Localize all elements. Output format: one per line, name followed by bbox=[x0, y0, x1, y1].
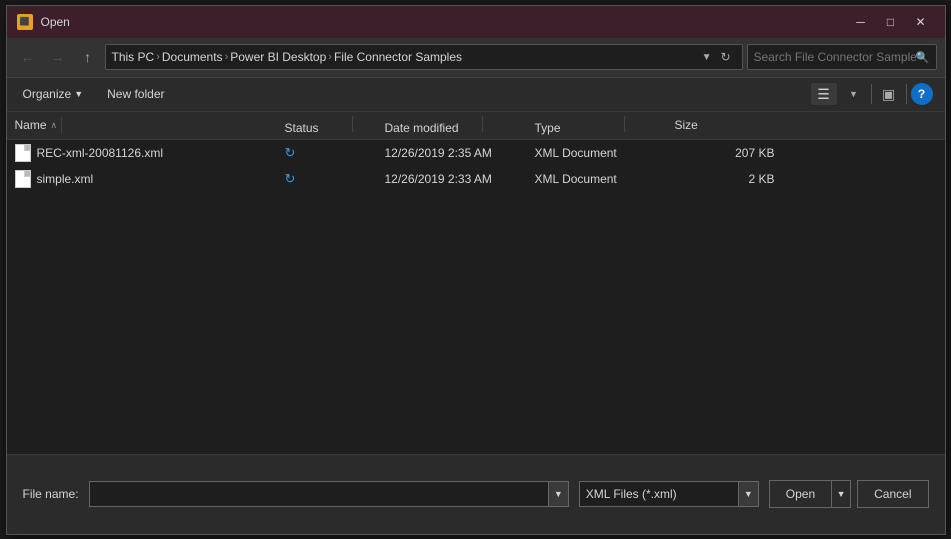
filename-input[interactable] bbox=[89, 481, 549, 507]
column-status: Status bbox=[285, 116, 385, 135]
filename-dropdown-button[interactable]: ▼ bbox=[549, 481, 569, 507]
organize-label: Organize bbox=[23, 87, 72, 101]
file-type: XML Document bbox=[535, 146, 675, 160]
file-icon bbox=[15, 144, 31, 162]
file-size: 207 KB bbox=[675, 146, 775, 160]
new-folder-label: New folder bbox=[107, 87, 164, 101]
back-button[interactable]: ← bbox=[15, 44, 41, 70]
toolbar-right: ☰ ▼ ▣ ? bbox=[811, 83, 933, 105]
filename-input-wrapper: ▼ bbox=[89, 481, 569, 507]
preview-pane-button[interactable]: ▣ bbox=[876, 83, 902, 105]
bottom-bar: File name: ▼ ▼ Open ▼ Cancel bbox=[7, 454, 945, 534]
sync-icon: ↻ bbox=[285, 145, 296, 160]
breadcrumb-this-pc[interactable]: This PC bbox=[112, 50, 155, 64]
address-bar: This PC › Documents › Power BI Desktop ›… bbox=[105, 44, 743, 70]
toolbar-divider2 bbox=[906, 84, 907, 104]
new-folder-button[interactable]: New folder bbox=[103, 84, 168, 104]
column-divider-3 bbox=[482, 116, 483, 132]
close-button[interactable]: ✕ bbox=[907, 12, 935, 32]
minimize-button[interactable]: ─ bbox=[847, 12, 875, 32]
sort-icon: ∧ bbox=[51, 120, 58, 131]
view-details-button[interactable]: ☰ bbox=[811, 83, 837, 105]
column-name: Name ∧ bbox=[15, 117, 285, 133]
sync-icon: ↻ bbox=[285, 171, 296, 186]
filename-label: File name: bbox=[23, 487, 79, 501]
title-bar: ⬛ Open ─ □ ✕ bbox=[7, 6, 945, 38]
toolbar: Organize ▼ New folder ☰ ▼ ▣ ? bbox=[7, 78, 945, 112]
file-size: 2 KB bbox=[675, 172, 775, 186]
cancel-button[interactable]: Cancel bbox=[857, 480, 928, 508]
file-area: Name ∧ Status Date modified Type Size bbox=[7, 112, 945, 454]
column-divider-4 bbox=[624, 116, 625, 132]
file-icon bbox=[15, 170, 31, 188]
view-dropdown-button[interactable]: ▼ bbox=[841, 83, 867, 105]
address-dropdown-button[interactable]: ▼ bbox=[702, 52, 712, 63]
window-controls: ─ □ ✕ bbox=[847, 12, 935, 32]
table-row[interactable]: simple.xml ↻ 12/26/2019 2:33 AM XML Docu… bbox=[7, 166, 945, 192]
organize-button[interactable]: Organize ▼ bbox=[19, 84, 88, 104]
column-divider-1 bbox=[61, 117, 62, 133]
search-box: 🔍 bbox=[747, 44, 937, 70]
filetype-input[interactable] bbox=[579, 481, 739, 507]
address-refresh-button[interactable]: ↻ bbox=[716, 47, 736, 67]
search-input[interactable] bbox=[754, 50, 916, 64]
file-date: 12/26/2019 2:35 AM bbox=[385, 146, 535, 160]
breadcrumb: This PC › Documents › Power BI Desktop ›… bbox=[112, 50, 698, 64]
file-status: ↻ bbox=[285, 145, 385, 161]
open-dialog: ⬛ Open ─ □ ✕ ← → ↑ This PC › Documents ›… bbox=[6, 5, 946, 535]
file-name: REC-xml-20081126.xml bbox=[37, 146, 285, 160]
table-row[interactable]: REC-xml-20081126.xml ↻ 12/26/2019 2:35 A… bbox=[7, 140, 945, 166]
file-date: 12/26/2019 2:33 AM bbox=[385, 172, 535, 186]
column-date: Date modified bbox=[385, 116, 535, 135]
column-size: Size bbox=[675, 118, 775, 132]
breadcrumb-documents[interactable]: Documents bbox=[162, 50, 223, 64]
column-type: Type bbox=[535, 116, 675, 135]
breadcrumb-power-bi[interactable]: Power BI Desktop bbox=[230, 50, 326, 64]
app-icon: ⬛ bbox=[17, 14, 33, 30]
file-type: XML Document bbox=[535, 172, 675, 186]
organize-chevron-icon: ▼ bbox=[74, 89, 83, 99]
file-name: simple.xml bbox=[37, 172, 285, 186]
help-button[interactable]: ? bbox=[911, 83, 933, 105]
filetype-wrapper: ▼ bbox=[579, 481, 759, 507]
navigation-bar: ← → ↑ This PC › Documents › Power BI Des… bbox=[7, 38, 945, 78]
dialog-title: Open bbox=[41, 15, 847, 29]
maximize-button[interactable]: □ bbox=[877, 12, 905, 32]
search-icon: 🔍 bbox=[916, 51, 930, 64]
forward-button[interactable]: → bbox=[45, 44, 71, 70]
filetype-dropdown-button[interactable]: ▼ bbox=[739, 481, 759, 507]
open-button[interactable]: Open bbox=[769, 480, 831, 508]
file-status: ↻ bbox=[285, 171, 385, 187]
action-buttons: Open ▼ Cancel bbox=[769, 480, 929, 508]
column-header: Name ∧ Status Date modified Type Size bbox=[7, 112, 945, 140]
column-divider-2 bbox=[352, 116, 353, 132]
file-list: REC-xml-20081126.xml ↻ 12/26/2019 2:35 A… bbox=[7, 140, 945, 454]
open-split-button[interactable]: ▼ bbox=[831, 480, 851, 508]
up-button[interactable]: ↑ bbox=[75, 44, 101, 70]
toolbar-divider bbox=[871, 84, 872, 104]
breadcrumb-folder[interactable]: File Connector Samples bbox=[334, 50, 462, 64]
